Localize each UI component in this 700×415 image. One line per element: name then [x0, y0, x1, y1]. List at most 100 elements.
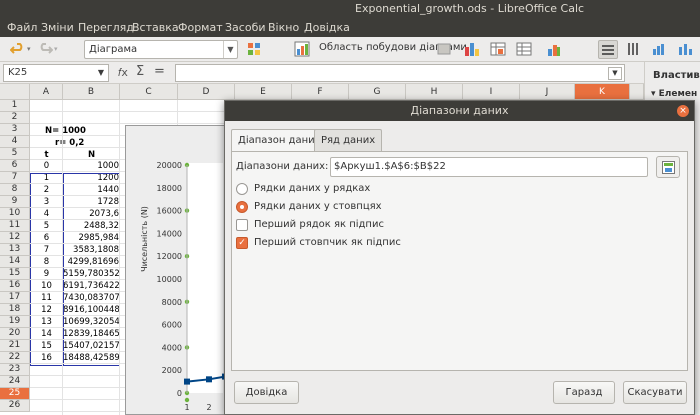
column-header-a[interactable]: A [30, 84, 63, 100]
menu-insert[interactable]: Вставка [132, 18, 179, 37]
data-point[interactable] [184, 378, 190, 385]
row-header-4[interactable]: 4 [0, 136, 30, 148]
redo-icon[interactable] [37, 41, 53, 57]
horizontal-grids-button[interactable] [598, 40, 618, 59]
row-header-13[interactable]: 13 [0, 244, 30, 256]
row-header-23[interactable]: 23 [0, 364, 30, 376]
y-tick-label: 18000 [157, 184, 182, 193]
row-header-14[interactable]: 14 [0, 256, 30, 268]
row-header-9[interactable]: 9 [0, 196, 30, 208]
menu-format[interactable]: Формат [178, 18, 223, 37]
row-header-21[interactable]: 21 [0, 340, 30, 352]
menu-edit[interactable]: Зміни [41, 18, 74, 37]
name-box[interactable]: K25 ▼ [3, 64, 109, 82]
y-tick-label: 0 [177, 389, 182, 398]
row-header-2[interactable]: 2 [0, 112, 30, 124]
row-header-6[interactable]: 6 [0, 160, 30, 172]
axis-handle[interactable] [184, 397, 190, 403]
column-header-c[interactable]: C [120, 84, 178, 100]
column-header-d[interactable]: D [178, 84, 235, 100]
row-header-3[interactable]: 3 [0, 124, 30, 136]
column-header-b[interactable]: B [63, 84, 120, 100]
chart-element-combo[interactable]: Діаграма ▼ [84, 40, 238, 59]
row-header-16[interactable]: 16 [0, 280, 30, 292]
chart-area-icon[interactable] [294, 41, 310, 57]
row-header-8[interactable]: 8 [0, 184, 30, 196]
y-tick-label: 6000 [162, 321, 182, 330]
vertical-grid-icon[interactable] [625, 41, 641, 57]
standard-toolbar: ▾ ▾ Діаграма ▼ Область побудови діаграми [0, 37, 700, 62]
chart-plot: 2000018000160001400012000100008000600040… [140, 161, 228, 412]
column-header-g[interactable]: G [349, 84, 406, 100]
data-ranges-dialog: Діапазони даних × Діапазон даних Ряд дан… [224, 100, 695, 415]
row-header-20[interactable]: 20 [0, 328, 30, 340]
sidebar-section[interactable]: ▾ Елемен [651, 89, 697, 99]
column-header-l[interactable] [630, 84, 644, 100]
row-header-1[interactable]: 1 [0, 100, 30, 112]
menu-bar: Файл Зміни Перегляд Вставка Формат Засоб… [0, 18, 700, 37]
menu-tools[interactable]: Засоби [225, 18, 266, 37]
cancel-button[interactable]: Скасувати [623, 381, 687, 404]
help-button[interactable]: Довідка [234, 381, 299, 404]
radio-series-in-columns[interactable] [236, 201, 248, 213]
redo-dropdown-icon[interactable]: ▾ [54, 45, 58, 53]
row-header-19[interactable]: 19 [0, 316, 30, 328]
label-first-row-label: Перший рядок як підпис [254, 219, 384, 230]
row-header-25[interactable]: 25 [0, 388, 30, 400]
row-header-17[interactable]: 17 [0, 292, 30, 304]
data-range-value: $Аркуш1.$A$6:$B$22 [334, 161, 446, 172]
data-range-input[interactable]: $Аркуш1.$A$6:$B$22 [330, 157, 648, 177]
column-header-k[interactable]: K [575, 84, 630, 100]
column-header-f[interactable]: F [292, 84, 349, 100]
row-header-10[interactable]: 10 [0, 208, 30, 220]
equals-icon[interactable]: = [154, 64, 165, 79]
menu-file[interactable]: Файл [7, 18, 37, 37]
legend-on-off-icon[interactable] [677, 41, 693, 57]
shrink-range-icon [662, 161, 675, 174]
checkbox-first-column-label[interactable]: ✓ [236, 237, 248, 249]
undo-icon[interactable] [10, 41, 26, 57]
row-header-12[interactable]: 12 [0, 232, 30, 244]
menu-view[interactable]: Перегляд [78, 18, 134, 37]
column-header-h[interactable]: H [406, 84, 463, 100]
format-selection-icon[interactable] [246, 41, 262, 57]
row-header-26[interactable]: 26 [0, 400, 30, 412]
data-ranges-icon[interactable] [516, 41, 532, 57]
column-header-i[interactable]: I [463, 84, 520, 100]
checkbox-first-row-label[interactable] [236, 219, 248, 231]
ok-button[interactable]: Гаразд [553, 381, 615, 404]
undo-dropdown-icon[interactable]: ▾ [27, 45, 31, 53]
legend-icon[interactable] [651, 41, 667, 57]
close-icon[interactable]: × [677, 105, 689, 117]
tab-data-series[interactable]: Ряд даних [314, 129, 383, 151]
row-header-18[interactable]: 18 [0, 304, 30, 316]
formula-input[interactable]: ▼ [175, 64, 625, 82]
row-header-11[interactable]: 11 [0, 220, 30, 232]
data-table-icon[interactable] [490, 41, 506, 57]
chart-type-icon[interactable] [464, 41, 480, 57]
row-header-5[interactable]: 5 [0, 148, 30, 160]
column-header-j[interactable]: J [520, 84, 575, 100]
shrink-button[interactable] [656, 156, 680, 178]
row-header-22[interactable]: 22 [0, 352, 30, 364]
horizontal-grid-icon [602, 45, 614, 55]
data-point[interactable] [206, 376, 212, 383]
expand-formula-icon[interactable]: ▼ [608, 67, 622, 80]
radio-series-in-rows[interactable] [236, 183, 248, 195]
y-tick-label: 14000 [157, 229, 182, 238]
select-all-corner[interactable] [0, 84, 30, 100]
column-header-e[interactable]: E [235, 84, 292, 100]
range-highlight-a [30, 173, 64, 366]
formula-bar: K25 ▼ 𝑓x Σ = ▼ [0, 62, 644, 84]
window-titlebar: Exponential_growth.ods - LibreOffice Cal… [0, 0, 700, 18]
x-tick-label: 1 [184, 403, 189, 412]
function-wizard-icon[interactable]: 𝑓x [118, 66, 128, 80]
row-header-7[interactable]: 7 [0, 172, 30, 184]
row-header-15[interactable]: 15 [0, 268, 30, 280]
chart-wall-icon[interactable] [436, 41, 452, 57]
row-header-24[interactable]: 24 [0, 376, 30, 388]
menu-window[interactable]: Вікно [268, 18, 299, 37]
chart-3d-icon[interactable] [546, 41, 562, 57]
menu-help[interactable]: Довідка [304, 18, 350, 37]
sum-icon[interactable]: Σ [136, 64, 144, 79]
